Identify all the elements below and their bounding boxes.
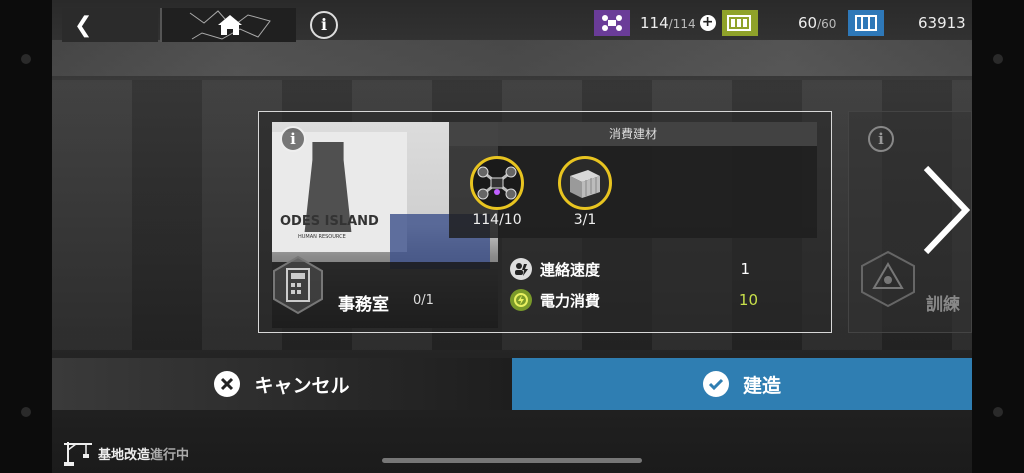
- materials-header: 消費建材: [449, 122, 817, 146]
- footer-label: 基地改造: [98, 447, 151, 463]
- training-icon: [861, 250, 915, 308]
- build-button[interactable]: 建造: [512, 358, 972, 410]
- power-count: 60/60: [798, 14, 837, 32]
- drone-icon: [470, 156, 524, 210]
- material-item[interactable]: 3/1: [553, 156, 617, 228]
- calculator-icon: [273, 255, 323, 315]
- bezel-dot: [21, 54, 31, 64]
- add-drone-button[interactable]: +: [699, 15, 716, 31]
- stat-label: 電力消費: [540, 291, 601, 310]
- materials-resource: 63913: [848, 9, 966, 37]
- room-name: 事務室: [338, 295, 389, 315]
- room-count: 0/1: [413, 293, 434, 308]
- room-sign: ODES ISLAND: [280, 214, 379, 229]
- material-item[interactable]: 114/10: [465, 156, 529, 228]
- stat-contact-speed: 連絡速度 1: [510, 258, 766, 280]
- battery-icon: [722, 10, 758, 36]
- crane-icon: [64, 442, 92, 466]
- materials-panel: 消費建材 114/10 3/1: [449, 122, 817, 238]
- home-button[interactable]: [160, 8, 296, 42]
- stat-value: 1: [740, 260, 750, 278]
- materials-count: 63913: [918, 14, 966, 32]
- drone-icon: [594, 10, 630, 36]
- bezel-dot: [993, 407, 1003, 417]
- home-indicator[interactable]: [382, 458, 642, 463]
- cancel-label: キャンセル: [254, 374, 350, 397]
- background-band: [52, 40, 972, 76]
- crate-icon: [558, 156, 612, 210]
- bezel-dot: [993, 54, 1003, 64]
- base-renovation-status[interactable]: 基地改造 進行中: [62, 437, 189, 469]
- screen-bezel-right: [972, 0, 1024, 473]
- room-info-button[interactable]: i: [280, 126, 306, 152]
- screen-bezel-left: [0, 0, 52, 473]
- check-icon: [702, 371, 729, 397]
- chevron-right-icon[interactable]: [918, 164, 972, 256]
- material-label: 3/1: [573, 212, 597, 228]
- next-room-info-icon: i: [868, 126, 894, 152]
- build-label: 建造: [742, 374, 781, 397]
- material-label: 114/10: [472, 212, 522, 228]
- next-room-label: 訓練: [926, 295, 960, 315]
- drone-count: 114/114: [640, 14, 696, 32]
- stat-power-consumption: 電力消費 10: [510, 289, 766, 311]
- stat-value: 10: [738, 291, 758, 309]
- footer-status: 進行中: [150, 447, 190, 463]
- close-icon: [214, 371, 241, 397]
- drone-resource: 114/114 +: [594, 9, 716, 37]
- room-sign-sub: HUMAN RESOURCE: [298, 234, 346, 240]
- power-icon: [510, 289, 532, 311]
- power-resource: 60/60: [722, 9, 836, 37]
- stat-label: 連絡速度: [540, 260, 601, 279]
- chevron-left-icon: ❮: [74, 13, 93, 38]
- bezel-dot: [21, 407, 31, 417]
- cancel-button[interactable]: キャンセル: [52, 358, 512, 410]
- info-button[interactable]: i: [310, 11, 338, 39]
- crate-icon: [848, 10, 884, 36]
- contact-speed-icon: [510, 258, 532, 280]
- home-icon: [189, 10, 271, 40]
- back-button[interactable]: ❮: [62, 8, 158, 42]
